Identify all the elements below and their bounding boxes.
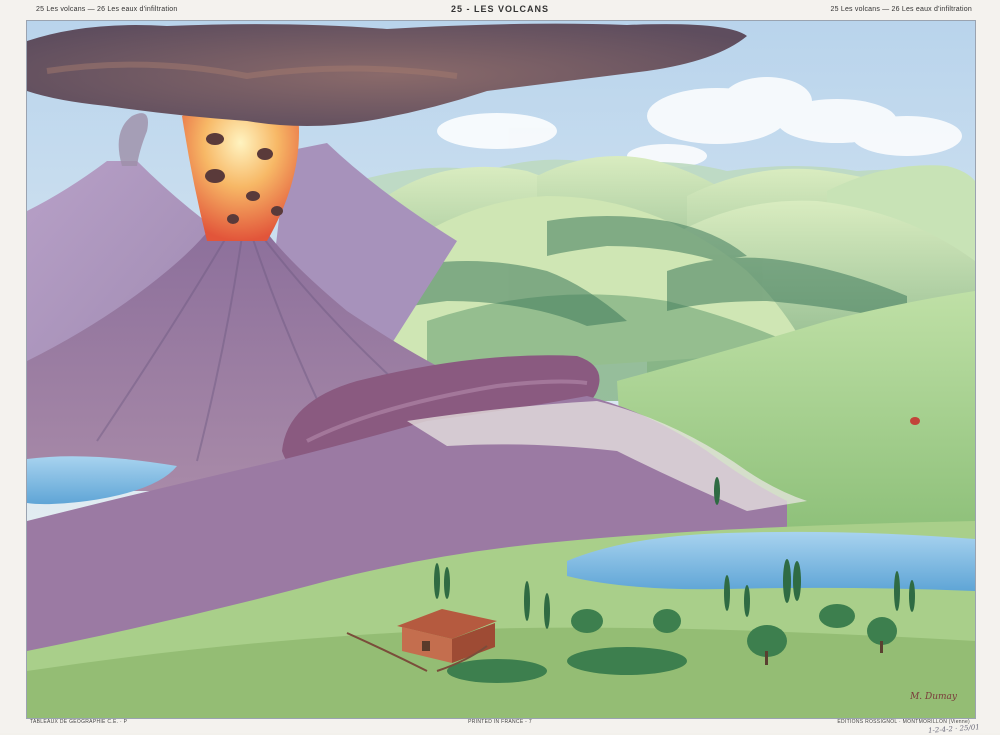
artist-signature: M. Dumay xyxy=(910,692,957,702)
poster: 25 Les volcans — 26 Les eaux d'infiltrat… xyxy=(0,0,1000,735)
volcano-illustration: M. Dumay xyxy=(26,20,976,719)
header-right-caption: 25 Les volcans — 26 Les eaux d'infiltrat… xyxy=(830,6,972,13)
footer-publisher-caption: EDITIONS ROSSIGNOL · MONTMORILLON (Vienn… xyxy=(837,719,970,725)
red-spot xyxy=(910,417,920,425)
